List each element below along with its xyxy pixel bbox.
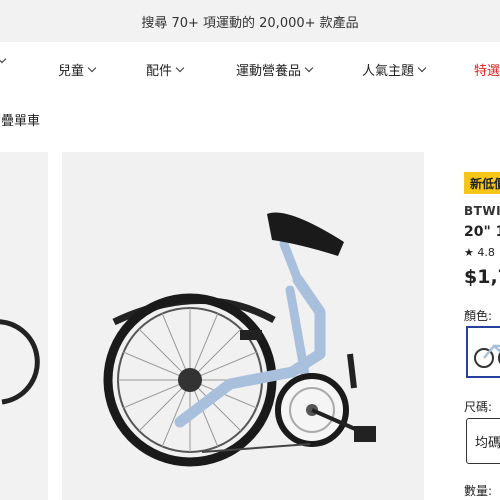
bike-image: [0, 319, 40, 405]
color-label: 顏色:: [464, 309, 493, 323]
nav-item-label: 運動營養品: [236, 64, 302, 79]
nav-item-label: 人氣主題: [362, 64, 415, 79]
nav-item-popular-themes[interactable]: 人氣主題: [362, 60, 427, 79]
size-option-label: 均碼: [475, 435, 500, 451]
breadcrumb-current: 摺疊單車: [0, 114, 41, 129]
chevron-down-icon: [304, 63, 314, 72]
size-option-one-size[interactable]: 均碼: [466, 418, 500, 464]
main-nav: 兒童 配件 運動營養品 人氣主題 特選: [0, 42, 500, 94]
search-banner-text: 搜尋 70+ 項運動的 20,000+ 款產品: [141, 15, 359, 31]
nav-item-accessories[interactable]: 配件: [146, 60, 185, 79]
quantity-label: 數量:: [464, 484, 493, 498]
nav-item-nutrition[interactable]: 運動營養品: [236, 60, 314, 79]
chevron-down-icon: [0, 54, 7, 64]
nav-item-partial[interactable]: [0, 54, 7, 64]
nav-item-label: 配件: [146, 64, 173, 79]
product-price: $1,7: [464, 266, 500, 288]
chevron-down-icon: [417, 63, 427, 72]
nav-item-featured[interactable]: 特選: [474, 60, 500, 79]
new-low-price-badge: 新低價: [464, 172, 500, 194]
breadcrumb[interactable]: 摺疊單車: [0, 110, 40, 129]
product-image-previous[interactable]: [0, 152, 48, 500]
bike-thumbnail-icon: [474, 344, 500, 368]
product-title: 20" 1: [464, 224, 500, 240]
size-label: 尺碼:: [464, 400, 493, 414]
nav-item-label: 特選: [474, 64, 500, 79]
chevron-down-icon: [87, 63, 97, 72]
folding-bike-image: [103, 212, 376, 467]
search-banner[interactable]: 搜尋 70+ 項運動的 20,000+ 款產品: [0, 0, 500, 42]
chevron-down-icon: [175, 63, 185, 72]
product-rating[interactable]: ★ 4.8: [464, 246, 495, 259]
nav-item-label: 兒童: [58, 64, 85, 79]
nav-item-kids[interactable]: 兒童: [58, 60, 97, 79]
color-swatch-selected[interactable]: [466, 326, 500, 378]
product-info-panel: 新低價 BTWIN 20" 1 ★ 4.8 $1,7 顏色: 尺碼: 均碼 數量…: [454, 152, 500, 500]
product-main-image[interactable]: [62, 152, 424, 500]
product-brand[interactable]: BTWIN: [464, 204, 500, 218]
